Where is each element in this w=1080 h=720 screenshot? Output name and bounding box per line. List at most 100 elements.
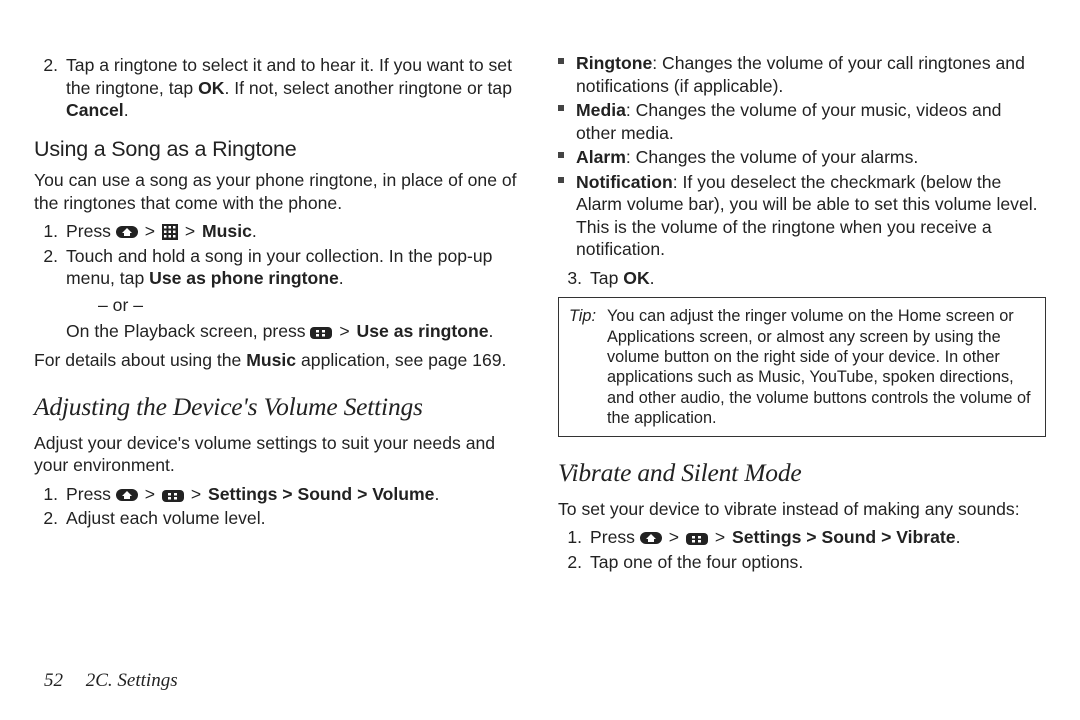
subheading-using-song: Using a Song as a Ringtone [34, 136, 522, 164]
tip-body: You can adjust the ringer volume on the … [607, 306, 1035, 428]
step-text: Adjust each volume level. [66, 507, 522, 530]
text: . [339, 268, 344, 288]
alarm-label: Alarm [576, 147, 626, 167]
menu-icon [310, 326, 332, 340]
heading-vibrate-silent: Vibrate and Silent Mode [558, 457, 1046, 490]
home-icon [116, 224, 138, 240]
step-number: 2. [34, 245, 58, 343]
list-item: 2. Tap a ringtone to select it and to he… [34, 54, 522, 122]
use-as-ringtone-label: Use as ringtone [357, 321, 489, 341]
step-number: 2. [34, 507, 58, 530]
text: : Changes the volume of your music, vide… [576, 100, 1001, 143]
chevron-right-icon: > [185, 221, 195, 241]
text: Press [66, 221, 116, 241]
settings-path: Settings > Sound > Volume [208, 484, 434, 504]
text: . [489, 321, 494, 341]
step-number: 1. [558, 526, 582, 549]
chevron-right-icon: > [715, 527, 725, 547]
bullet-text: Ringtone: Changes the volume of your cal… [576, 52, 1046, 97]
notification-label: Notification [576, 172, 673, 192]
step-number: 1. [34, 483, 58, 506]
step-text: Press > > Settings > Sound > Vibrate. [590, 526, 1046, 549]
step-number: 2. [558, 551, 582, 574]
music-label: Music [202, 221, 252, 241]
step-number: 1. [34, 220, 58, 243]
settings-path: Settings > Sound > Vibrate [732, 527, 956, 547]
paragraph: You can use a song as your phone rington… [34, 169, 522, 214]
bullet-item: Ringtone: Changes the volume of your cal… [558, 52, 1046, 97]
chevron-right-icon: > [669, 527, 679, 547]
square-bullet-icon [558, 171, 566, 261]
tip-label: Tip: [569, 306, 599, 428]
step-text: Press > > Settings > Sound > Volume. [66, 483, 522, 506]
bullet-text: Alarm: Changes the volume of your alarms… [576, 146, 1046, 169]
text: . [434, 484, 439, 504]
left-column: 2. Tap a ringtone to select it and to he… [34, 50, 522, 579]
page-footer: 52 2C. Settings [44, 670, 178, 692]
text: . [956, 527, 961, 547]
ringtone-select-steps: 2. Tap a ringtone to select it and to he… [34, 54, 522, 122]
use-as-phone-ringtone-label: Use as phone ringtone [149, 268, 339, 288]
or-separator: – or – [98, 294, 522, 317]
chevron-right-icon: > [339, 321, 349, 341]
tip-box: Tip: You can adjust the ringer volume on… [558, 297, 1046, 437]
step-text: Tap OK. [590, 267, 1046, 290]
list-item: 2. Tap one of the four options. [558, 551, 1046, 574]
paragraph: For details about using the Music applic… [34, 349, 522, 372]
song-as-ringtone-steps: 1. Press > > Music. [34, 220, 522, 343]
bullet-item: Alarm: Changes the volume of your alarms… [558, 146, 1046, 169]
text: Tap [590, 268, 623, 288]
step-text: Press > > Music. [66, 220, 522, 243]
square-bullet-icon [558, 52, 566, 97]
apps-grid-icon [162, 224, 178, 240]
ringtone-label: Ringtone [576, 53, 652, 73]
text: application, see page 169. [296, 350, 506, 370]
text: For details about using the [34, 350, 246, 370]
text: Press [590, 527, 640, 547]
text: . If not, select another ringtone or tap [224, 78, 512, 98]
home-icon [116, 487, 138, 503]
bullet-text: Media: Changes the volume of your music,… [576, 99, 1046, 144]
heading-adjusting-volume: Adjusting the Device's Volume Settings [34, 391, 522, 424]
list-item: 3. Tap OK. [558, 267, 1046, 290]
square-bullet-icon [558, 146, 566, 169]
paragraph: To set your device to vibrate instead of… [558, 498, 1046, 521]
menu-icon [162, 489, 184, 503]
square-bullet-icon [558, 99, 566, 144]
text: . [252, 221, 257, 241]
bullet-item: Notification: If you deselect the checkm… [558, 171, 1046, 261]
text: : Changes the volume of your alarms. [626, 147, 918, 167]
step-number: 2. [34, 54, 58, 122]
vibrate-steps: 1. Press > > Settings > Sound > Vibrate. [558, 526, 1046, 573]
cancel-label: Cancel [66, 100, 124, 120]
chevron-right-icon: > [145, 221, 155, 241]
ok-label: OK [623, 268, 649, 288]
list-item: 1. Press > > Settings > Sound > Volume. [34, 483, 522, 506]
volume-level-bullets: Ringtone: Changes the volume of your cal… [558, 52, 1046, 261]
music-label: Music [246, 350, 296, 370]
manual-page: 2. Tap a ringtone to select it and to he… [0, 0, 1080, 720]
ok-label: OK [198, 78, 224, 98]
step-text: Touch and hold a song in your collection… [66, 245, 522, 343]
chevron-right-icon: > [145, 484, 155, 504]
right-column: Ringtone: Changes the volume of your cal… [558, 50, 1046, 579]
page-number: 52 [44, 670, 63, 691]
paragraph: Adjust your device's volume settings to … [34, 432, 522, 477]
volume-steps: 1. Press > > Settings > Sound > Volume. [34, 483, 522, 530]
text: . [124, 100, 129, 120]
bullet-item: Media: Changes the volume of your music,… [558, 99, 1046, 144]
two-column-layout: 2. Tap a ringtone to select it and to he… [34, 50, 1046, 579]
list-item: 2. Adjust each volume level. [34, 507, 522, 530]
list-item: 2. Touch and hold a song in your collect… [34, 245, 522, 343]
section-title: 2C. Settings [86, 670, 178, 691]
media-label: Media [576, 100, 626, 120]
chevron-right-icon: > [191, 484, 201, 504]
list-item: 1. Press > > Music. [34, 220, 522, 243]
step-text: Tap a ringtone to select it and to hear … [66, 54, 522, 122]
volume-step-3: 3. Tap OK. [558, 267, 1046, 290]
text: . [650, 268, 655, 288]
list-item: 1. Press > > Settings > Sound > Vibrate. [558, 526, 1046, 549]
alt-step: On the Playback screen, press > Use as r… [66, 320, 522, 343]
text: Press [66, 484, 116, 504]
bullet-text: Notification: If you deselect the checkm… [576, 171, 1046, 261]
